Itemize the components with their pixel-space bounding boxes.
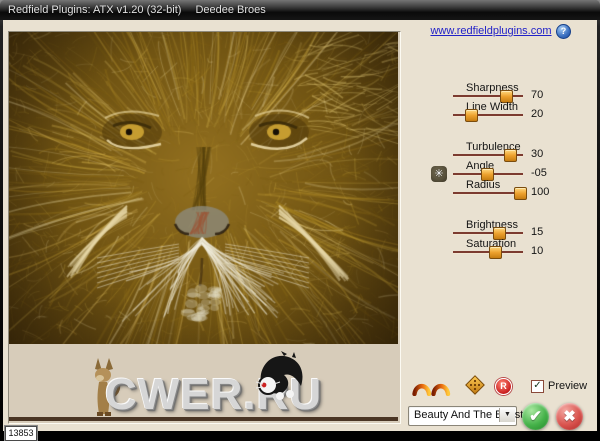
arch-icon-right[interactable]	[431, 380, 451, 396]
preset-dropdown[interactable]: Beauty And The Beast ▼	[408, 406, 517, 426]
slider-thumb[interactable]	[465, 109, 478, 122]
slider-row-line-width: Line Width 20	[453, 101, 598, 121]
image-preview-pane: CWER.RU	[8, 31, 401, 424]
preview-image[interactable]	[9, 32, 398, 344]
slider-track[interactable]	[453, 95, 523, 98]
reset-icon[interactable]: R	[495, 378, 512, 395]
slider-track[interactable]	[453, 114, 523, 117]
slider-row-angle: Angle -05	[453, 160, 598, 180]
help-icon[interactable]: ?	[556, 24, 571, 39]
cancel-button[interactable]: ✖	[556, 403, 583, 430]
slider-row-radius: Radius 100	[453, 179, 598, 199]
slider-track[interactable]	[453, 232, 523, 235]
random-diamond-icon[interactable]	[464, 374, 486, 396]
slider-value: 100	[531, 186, 549, 198]
counter-badge: 13853	[5, 426, 37, 441]
arch-icon-left[interactable]	[412, 380, 432, 396]
slider-value: 10	[531, 245, 543, 257]
website-link[interactable]: www.redfieldplugins.com	[430, 25, 551, 37]
busy-indicator-icon: ✳	[431, 166, 447, 182]
slider-track[interactable]	[453, 251, 523, 254]
slider-value: 15	[531, 226, 543, 238]
ok-button[interactable]: ✔	[522, 403, 549, 430]
slider-value: -05	[531, 167, 547, 179]
preview-checkbox[interactable]: ✓	[531, 380, 544, 393]
slider-thumb[interactable]	[489, 246, 502, 259]
preview-checkbox-label: Preview	[548, 380, 587, 392]
slider-track[interactable]	[453, 173, 523, 176]
slider-track[interactable]	[453, 154, 523, 157]
slider-value: 70	[531, 89, 543, 101]
slider-row-turbulence: Turbulence 30	[453, 141, 598, 161]
title-bar: Redfield Plugins: ATX v1.20 (32-bit) Dee…	[0, 0, 600, 20]
cat-character-image	[250, 350, 308, 402]
slider-row-saturation: Saturation 10	[453, 238, 598, 258]
slider-track[interactable]	[453, 192, 523, 195]
slider-row-brightness: Brightness 15	[453, 219, 598, 239]
site-link-wrap: www.redfieldplugins.com	[405, 25, 577, 37]
slider-row-sharpness: Sharpness 70	[453, 82, 598, 102]
client-area: CWER.RU www.redfieldplugins.com ? Sharp	[3, 20, 597, 431]
window-title: Redfield Plugins: ATX v1.20 (32-bit)	[8, 4, 181, 16]
watermark-strip: CWER.RU	[9, 344, 398, 421]
plugin-window: Redfield Plugins: ATX v1.20 (32-bit) Dee…	[0, 0, 600, 441]
slider-thumb[interactable]	[514, 187, 527, 200]
chevron-down-icon[interactable]: ▼	[499, 408, 515, 422]
window-title-user: Deedee Broes	[195, 4, 265, 16]
slider-value: 30	[531, 148, 543, 160]
slider-value: 20	[531, 108, 543, 120]
